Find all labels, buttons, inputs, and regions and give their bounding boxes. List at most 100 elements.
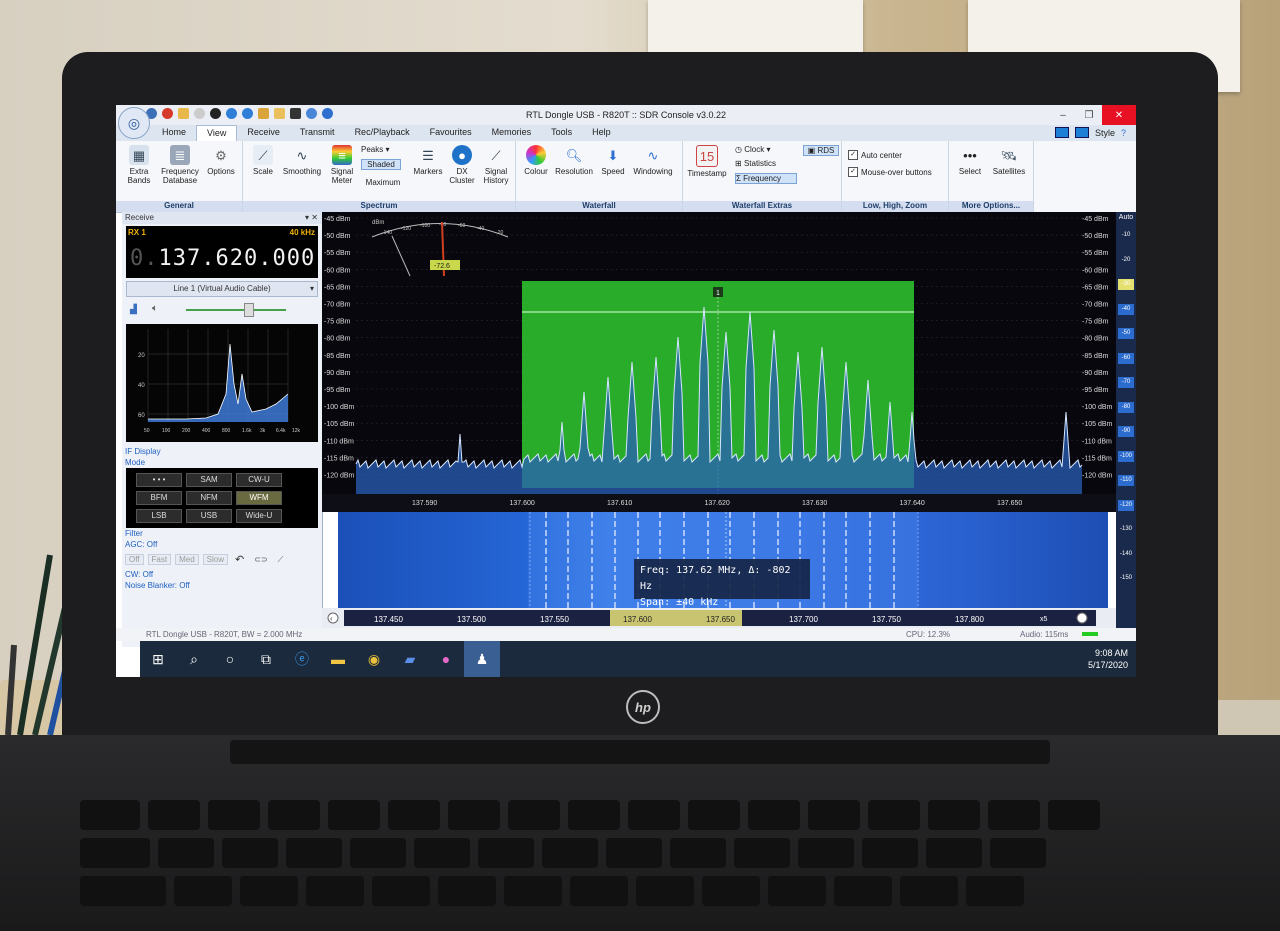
monitor-icon[interactable]: [1054, 127, 1069, 138]
timestamp-button[interactable]: 15 Timestamp: [685, 145, 729, 178]
level-step[interactable]: -20: [1118, 255, 1134, 266]
signal-meter-button[interactable]: ≡ Signal Meter: [327, 145, 357, 185]
level-step[interactable]: -150: [1118, 573, 1134, 584]
level-step[interactable]: -110: [1118, 475, 1134, 486]
spectrum-display[interactable]: 1 -45 dBm -50 dBm -55 dBm -60 dBm -65 dBm -70…: [322, 212, 1116, 512]
tab-rec-playback[interactable]: Rec/Playback: [345, 125, 420, 141]
tab-home[interactable]: Home: [152, 125, 196, 141]
auto-center-checkbox[interactable]: ✓ Auto center: [848, 150, 902, 160]
task-view-icon[interactable]: ⧉: [248, 641, 284, 677]
level-step[interactable]: -100: [1118, 450, 1134, 462]
peaks-button[interactable]: Peaks ▾: [361, 145, 409, 154]
colour-button[interactable]: Colour: [520, 145, 552, 176]
tab-tools[interactable]: Tools: [541, 125, 582, 141]
cortana-icon[interactable]: ○: [212, 641, 248, 677]
if-display-section[interactable]: IF Display: [122, 446, 322, 457]
frequency-database-button[interactable]: ≣ Frequency Database: [158, 145, 202, 185]
link-icon[interactable]: ⊂⊃: [251, 555, 270, 564]
scale-button[interactable]: ⟋ Scale: [247, 145, 279, 176]
clock-button[interactable]: ◷ Clock ▾: [735, 145, 787, 154]
level-step[interactable]: -90: [1118, 426, 1134, 437]
start-icon[interactable]: ⊞: [140, 641, 176, 677]
minimize-button[interactable]: –: [1050, 105, 1076, 125]
filter-section[interactable]: Filter: [122, 528, 322, 539]
sdr-console-taskbar-icon[interactable]: ♟: [464, 641, 500, 677]
mode-lsb-button[interactable]: LSB: [136, 509, 182, 523]
rds-button[interactable]: ▣ RDS: [803, 145, 839, 156]
tab-memories[interactable]: Memories: [482, 125, 542, 141]
undo-icon[interactable]: ↶: [232, 553, 247, 566]
file-explorer-icon[interactable]: ▬: [320, 641, 356, 677]
statistics-button[interactable]: ⊞ Statistics: [735, 159, 791, 168]
level-step[interactable]: -40: [1118, 303, 1134, 315]
maximum-button[interactable]: Maximum: [361, 178, 405, 187]
shaded-button[interactable]: Shaded: [361, 159, 401, 170]
level-step[interactable]: -130: [1118, 524, 1134, 535]
mode-cwu-button[interactable]: CW-U: [236, 473, 282, 487]
resolution-button[interactable]: 🔍︎ Resolution: [554, 145, 594, 177]
agc-med-button[interactable]: Med: [175, 554, 199, 565]
cw-section[interactable]: CW: Off: [122, 569, 322, 580]
tab-transmit[interactable]: Transmit: [290, 125, 345, 141]
speed-button[interactable]: ⬇ Speed: [598, 145, 628, 177]
tab-view[interactable]: View: [196, 125, 238, 141]
overview-bar[interactable]: ‹ 137.450 137.500 137.550 137.600 137.650 137…: [322, 608, 1116, 628]
level-step[interactable]: -120: [1118, 499, 1134, 511]
signal-history-button[interactable]: ⟋ Signal History: [479, 145, 513, 186]
tab-favourites[interactable]: Favourites: [420, 125, 482, 141]
level-step[interactable]: -70: [1118, 377, 1134, 388]
dx-cluster-button[interactable]: ● DX Cluster: [445, 145, 479, 185]
close-button[interactable]: ✕: [1102, 105, 1136, 125]
scroll-right-icon[interactable]: [1076, 612, 1088, 624]
smoothing-button[interactable]: ∿ Smoothing: [279, 145, 325, 177]
auto-level-button[interactable]: Auto: [1116, 214, 1136, 221]
chrome-icon[interactable]: ◉: [356, 641, 392, 677]
level-step[interactable]: -80: [1118, 401, 1134, 413]
options-button[interactable]: ⚙ Options: [204, 145, 238, 177]
level-step[interactable]: -10: [1118, 230, 1134, 241]
audio-output-select[interactable]: Line 1 (Virtual Audio Cable) ▾: [126, 281, 318, 297]
help-icon[interactable]: ?: [1121, 128, 1126, 138]
mode-usb-button[interactable]: USB: [186, 509, 232, 523]
frequency-button[interactable]: Σ Frequency: [735, 173, 797, 184]
agc-section[interactable]: AGC: Off: [122, 539, 322, 550]
extra-bands-button[interactable]: ▦ Extra Bands: [122, 145, 156, 185]
app-icon[interactable]: ▰: [392, 641, 428, 677]
noise-blanker-section[interactable]: Noise Blanker: Off: [122, 580, 322, 591]
satellites-button[interactable]: 🛰︎ Satellites: [989, 145, 1029, 177]
level-step[interactable]: -60: [1118, 352, 1134, 364]
agc-fast-button[interactable]: Fast: [147, 554, 172, 565]
mode-bfm-button[interactable]: BFM: [136, 491, 182, 505]
tab-help[interactable]: Help: [582, 125, 621, 141]
chart-icon[interactable]: ⟋: [275, 555, 287, 565]
taskbar-clock[interactable]: 9:08 AM 5/17/2020: [1088, 647, 1128, 671]
mouseover-buttons-checkbox[interactable]: ✓ Mouse-over buttons: [848, 167, 932, 177]
mode-wfm-button[interactable]: WFM: [236, 491, 282, 505]
agc-slow-button[interactable]: Slow: [202, 554, 228, 565]
itunes-icon[interactable]: ●: [428, 641, 464, 677]
level-step[interactable]: -50: [1118, 328, 1134, 339]
level-bar[interactable]: Auto -10 -20 -30 -40 -50 -60 -70 -80 -90 -100 -110…: [1116, 212, 1136, 632]
mode-section[interactable]: Mode: [122, 457, 322, 468]
volume-handle[interactable]: [244, 303, 254, 317]
monitor-icon-2[interactable]: [1074, 127, 1089, 138]
tab-receive[interactable]: Receive: [237, 125, 290, 141]
mode-sam-button[interactable]: SAM: [186, 473, 232, 487]
mode-nfm-button[interactable]: NFM: [186, 491, 232, 505]
app-menu-button[interactable]: ◎: [118, 107, 150, 139]
windowing-button[interactable]: ∿ Windowing: [630, 145, 676, 177]
style-menu[interactable]: Style: [1095, 128, 1115, 138]
level-step[interactable]: -30: [1118, 279, 1134, 290]
select-button[interactable]: ••• Select: [953, 145, 987, 177]
mode-more-button[interactable]: • • •: [136, 473, 182, 487]
frequency-display[interactable]: RX 1 40 kHz 0.137.620.000: [126, 226, 318, 278]
markers-button[interactable]: ☰ Markers: [411, 145, 445, 177]
mode-wideu-button[interactable]: Wide-U: [236, 509, 282, 523]
volume-slider[interactable]: ▟ 🔈︎: [126, 300, 318, 320]
maximize-button[interactable]: ❐: [1076, 105, 1102, 125]
search-icon[interactable]: ⌕: [176, 641, 212, 677]
panel-close-icon[interactable]: ▾ ✕: [305, 212, 318, 224]
agc-off-button[interactable]: Off: [125, 554, 144, 565]
level-step[interactable]: -140: [1118, 549, 1134, 560]
edge-icon[interactable]: ⓔ: [284, 641, 320, 677]
